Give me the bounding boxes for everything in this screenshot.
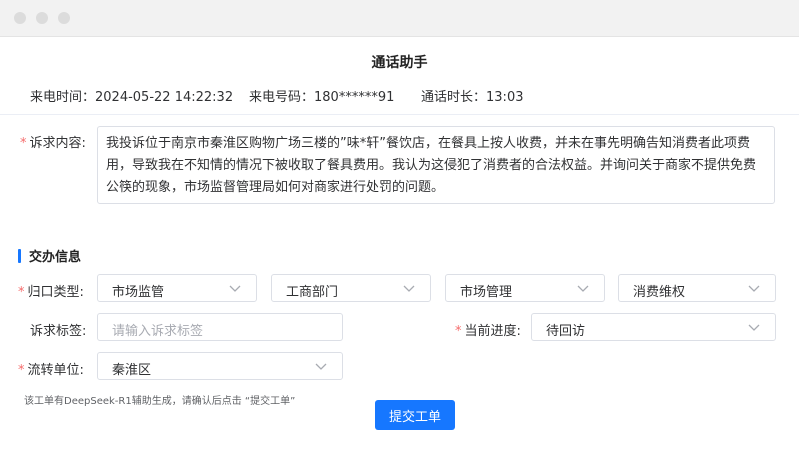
close-window-button[interactable] <box>14 12 26 24</box>
complaint-label-text: 诉求内容: <box>29 136 86 151</box>
progress-select[interactable]: 待回访 <box>531 313 776 341</box>
chevron-down-icon <box>315 363 327 370</box>
call-time-value: 2024-05-22 14:22:32 <box>95 90 234 105</box>
tag-input-placeholder: 请输入诉求标签 <box>112 324 204 339</box>
category-select-3[interactable]: 市场管理 <box>445 274 605 302</box>
chevron-down-icon <box>229 285 241 292</box>
progress-label-text: 当前进度: <box>464 324 521 339</box>
category-select-2[interactable]: 工商部门 <box>271 274 431 302</box>
required-mark: * <box>20 136 27 151</box>
chevron-down-icon <box>577 285 589 292</box>
header-divider <box>0 114 799 115</box>
category-select-4[interactable]: 消费维权 <box>618 274 776 302</box>
section-title-text: 交办信息 <box>29 250 82 265</box>
maximize-window-button[interactable] <box>58 12 70 24</box>
unit-select[interactable]: 秦淮区 <box>97 352 343 380</box>
category-select-1[interactable]: 市场监管 <box>97 274 257 302</box>
category-select-3-value: 市场管理 <box>460 285 513 300</box>
call-duration: 通话时长：13:03 <box>421 86 523 105</box>
submit-ticket-button[interactable]: 提交工单 <box>375 400 455 430</box>
chevron-down-icon <box>748 285 760 292</box>
complaint-textarea[interactable]: 我投诉位于南京市秦淮区购物广场三楼的”味*轩”餐饮店，在餐具上按人收费，并未在事… <box>97 126 775 204</box>
progress-label: * 当前进度: <box>455 320 521 339</box>
page-title: 通话助手 <box>371 55 428 71</box>
call-time: 来电时间：2024-05-22 14:22:32 <box>30 86 233 105</box>
ai-assist-note: 该工单有DeepSeek-R1辅助生成，请确认后点击 “提交工单” <box>24 396 296 407</box>
required-mark: * <box>455 324 462 339</box>
category-label-text: 归口类型: <box>27 285 84 300</box>
category-select-4-value: 消费维权 <box>633 285 686 300</box>
unit-label-text: 流转单位: <box>27 363 84 378</box>
call-time-label: 来电时间： <box>30 90 96 105</box>
call-duration-label: 通话时长： <box>421 90 487 105</box>
call-phone: 来电号码：180******91 <box>249 86 394 105</box>
unit-select-value: 秦淮区 <box>112 363 152 378</box>
chevron-down-icon <box>403 285 415 292</box>
section-title: 交办信息 <box>18 246 81 265</box>
minimize-window-button[interactable] <box>36 12 48 24</box>
call-phone-label: 来电号码： <box>249 90 315 105</box>
call-phone-value: 180******91 <box>314 90 395 105</box>
progress-select-value: 待回访 <box>546 324 586 339</box>
section-accent-bar <box>18 249 21 263</box>
tag-label: 诉求标签: <box>30 324 87 339</box>
chevron-down-icon <box>748 324 760 331</box>
call-duration-value: 13:03 <box>486 90 524 105</box>
unit-label: * 流转单位: <box>18 359 84 378</box>
required-mark: * <box>18 285 25 300</box>
category-select-1-value: 市场监管 <box>112 285 165 300</box>
tag-input[interactable]: 请输入诉求标签 <box>97 313 343 341</box>
complaint-label: * 诉求内容: <box>20 132 86 151</box>
window-titlebar <box>0 0 799 37</box>
category-label: * 归口类型: <box>18 281 84 300</box>
required-mark: * <box>18 363 25 378</box>
category-select-2-value: 工商部门 <box>286 285 339 300</box>
